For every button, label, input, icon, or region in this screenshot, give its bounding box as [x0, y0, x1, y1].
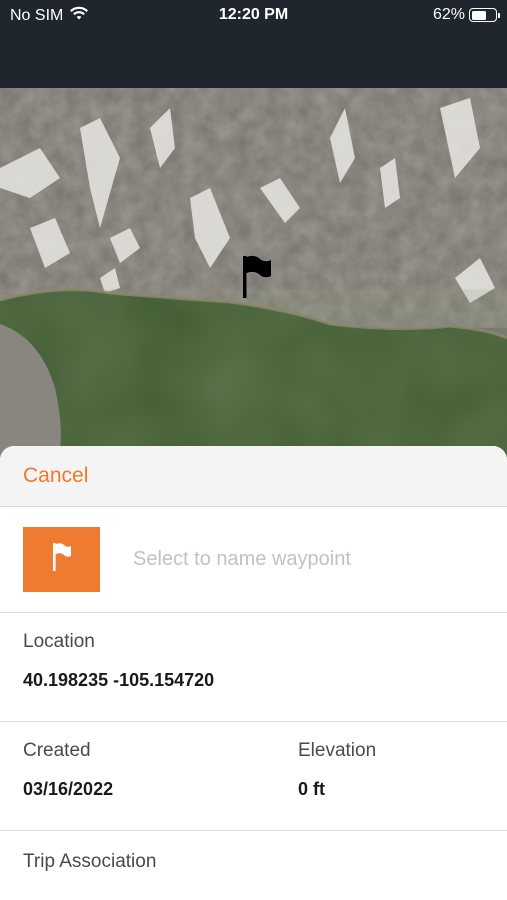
sheet-header: Cancel [0, 446, 507, 507]
waypoint-marker[interactable] [238, 254, 274, 300]
details-section: Created 03/16/2022 Elevation 0 ft [0, 722, 507, 831]
created-column: Created 03/16/2022 [23, 740, 298, 830]
battery-icon [469, 8, 500, 22]
created-label: Created [23, 740, 91, 761]
trip-association-row[interactable]: Trip Association [0, 831, 507, 873]
battery-fill [471, 10, 486, 20]
trip-association-label: Trip Association [23, 851, 157, 872]
waypoint-name-row [0, 507, 507, 613]
elevation-column: Elevation 0 ft [298, 740, 376, 830]
clock: 12:20 PM [218, 6, 289, 23]
waypoint-name-input[interactable] [133, 548, 463, 571]
battery-indicator: 62% [432, 6, 500, 24]
status-bar: No SIM 12:20 PM 62% [0, 0, 507, 88]
elevation-value: 0 ft [298, 779, 325, 799]
location-value: 40.198235 -105.154720 [23, 670, 215, 690]
created-value: 03/16/2022 [23, 779, 114, 799]
cancel-button[interactable]: Cancel [23, 464, 88, 488]
satellite-map[interactable] [0, 88, 507, 460]
battery-percent: 62% [432, 6, 465, 23]
flag-icon [50, 541, 74, 578]
waypoint-sheet: Cancel Location 40.198235 -105.154720 Cr… [0, 446, 507, 900]
waypoint-icon-button[interactable] [23, 527, 100, 592]
location-label: Location [23, 631, 95, 652]
location-section: Location 40.198235 -105.154720 [0, 613, 507, 722]
flag-icon [238, 254, 274, 300]
elevation-label: Elevation [298, 740, 377, 761]
